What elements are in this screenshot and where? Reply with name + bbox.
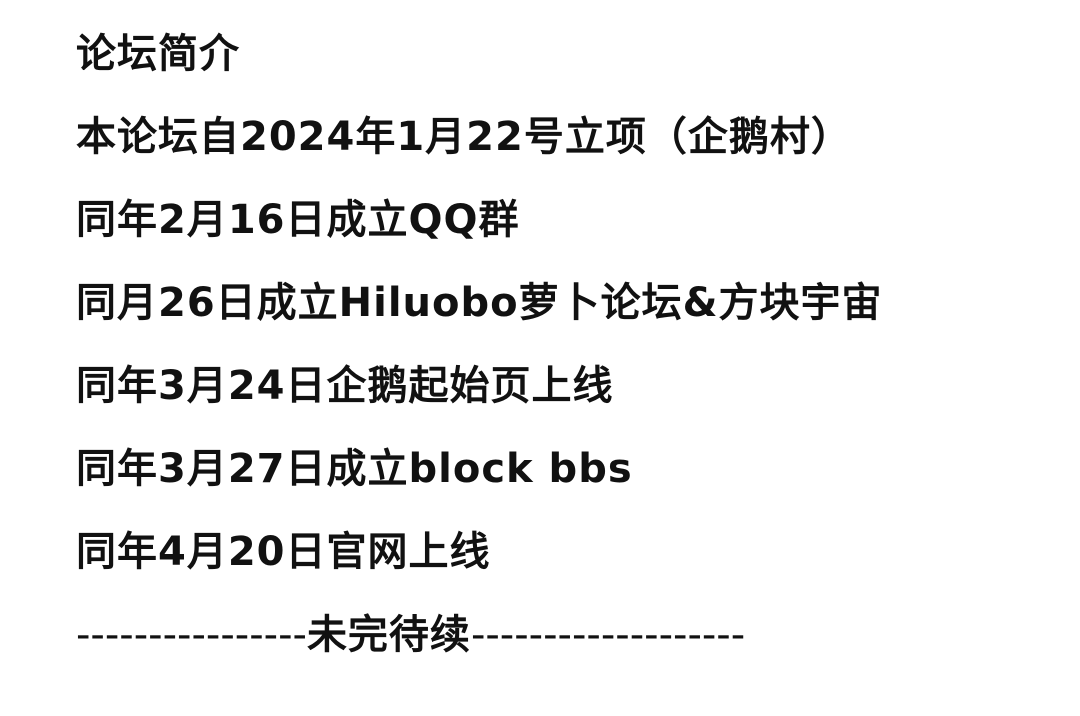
divider-dashes-left: ---------------- [76, 612, 307, 658]
divider-dashes-right: ------------------- [470, 612, 746, 658]
history-line-4: 同年3月24日企鹅起始页上线 [76, 363, 614, 409]
to-be-continued-label: 未完待续 [306, 612, 471, 658]
history-line-6: 同年4月20日官网上线 [76, 529, 491, 575]
document-title: 论坛简介 [76, 31, 240, 77]
to-be-continued-divider: ----------------未完待续------------------- [76, 607, 1056, 663]
history-line-5: 同年3月27日成立block bbs [76, 446, 633, 492]
history-line-1: 本论坛自2024年1月22号立项（企鹅村） [76, 114, 852, 160]
document-body: 论坛简介 本论坛自2024年1月22号立项（企鹅村） 同年2月16日成立QQ群 … [76, 26, 1056, 663]
history-line-3: 同月26日成立Hiluobo萝卜论坛&方块宇宙 [76, 280, 883, 326]
history-line-2: 同年2月16日成立QQ群 [76, 197, 520, 243]
